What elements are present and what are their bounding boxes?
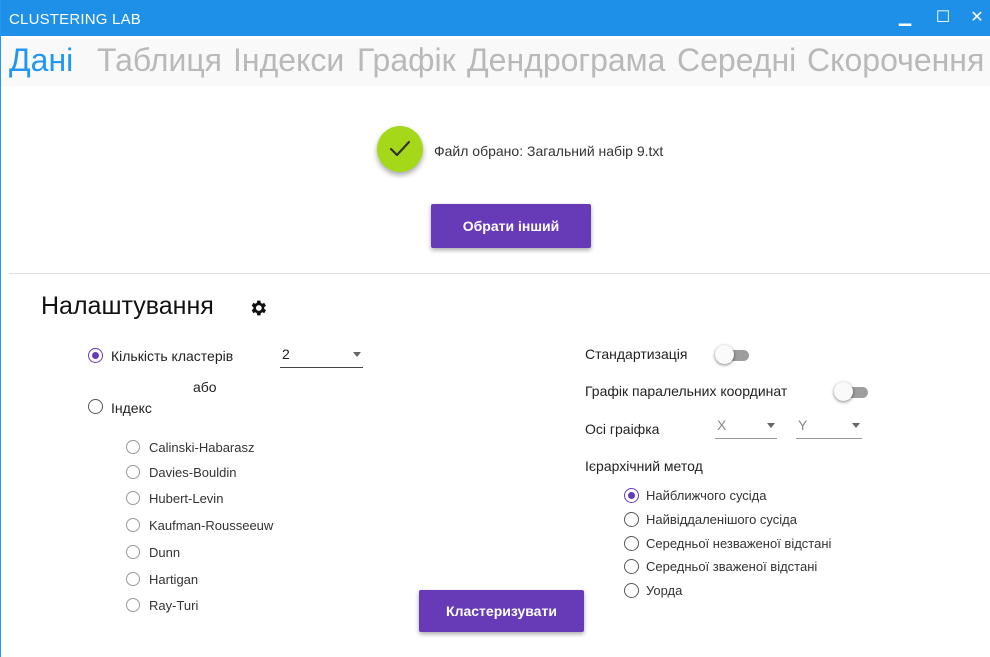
tab-data[interactable]: Дані [9,42,73,79]
index-option-radio[interactable] [126,598,140,612]
hier-method-option: Середньої зваженої відстані [646,559,818,574]
chevron-down-icon [767,423,775,428]
index-option-radio[interactable] [126,545,140,559]
index-radio[interactable] [88,399,103,414]
index-option-radio[interactable] [126,518,140,532]
tab-table[interactable]: Таблиця [97,42,222,79]
index-option-label: Ray-Turi [149,598,199,613]
clusters-count-radio[interactable] [88,348,103,363]
axis-y-value: Y [798,417,808,433]
toggle-knob [715,345,734,364]
app-window: CLUSTERING LAB ▁ ☐ ✕ Дані Таблиця Індекс… [0,0,990,657]
hier-method-radio[interactable] [624,583,639,598]
hier-method-option: Найближчого сусіда [646,488,767,503]
index-option-label: Hartigan [149,572,199,587]
hier-method-label: Ієрархічний метод [585,458,703,474]
clusters-count-select[interactable]: 2 [280,346,363,368]
maximize-button[interactable]: ☐ [933,8,953,28]
index-option-label: Hubert-Levin [149,491,224,506]
tab-indices[interactable]: Індекси [233,42,344,79]
index-option-radio[interactable] [126,572,140,586]
tab-dendrogram[interactable]: Дендрограма [467,42,665,79]
index-option-label: Davies-Bouldin [149,465,237,480]
standardization-toggle[interactable] [715,345,749,364]
toggle-knob [834,382,853,401]
axis-x-value: X [717,417,727,433]
chevron-down-icon [353,352,361,357]
axis-x-select[interactable]: X [715,417,777,439]
or-label: або [193,379,217,395]
parallel-coords-toggle[interactable] [834,382,868,401]
hier-method-option: Середньої незваженої відстані [646,536,832,551]
app-title: CLUSTERING LAB [9,11,141,28]
clusters-count-label: Кількість кластерів [111,348,234,364]
chevron-down-icon [852,423,860,428]
file-status-text: Файл обрано: Загальний набір 9.txt [434,143,664,159]
cluster-button[interactable]: Кластеризувати [419,590,584,632]
file-status-badge [377,126,423,172]
choose-other-file-button[interactable]: Обрати інший [431,204,591,248]
tab-reduction[interactable]: Скорочення [807,42,984,79]
hier-method-radio[interactable] [624,559,639,574]
close-button[interactable]: ✕ [967,8,987,28]
index-option-label: Dunn [149,545,181,560]
hier-method-option: Найвіддаленішого сусіда [646,512,797,527]
index-option-radio[interactable] [126,491,140,505]
clusters-count-value: 2 [282,346,290,362]
axis-y-select[interactable]: Y [796,417,862,439]
hier-method-option: Уорда [646,583,683,598]
standardization-label: Стандартизація [585,346,688,362]
index-option-radio[interactable] [126,440,140,454]
tab-bar: Дані Таблиця Індекси Графік Дендрограма … [1,38,990,86]
index-label: Індекс [111,400,152,416]
section-divider [9,273,990,274]
check-icon [389,140,411,157]
hier-method-radio[interactable] [624,536,639,551]
index-option-radio[interactable] [126,465,140,479]
index-option-label: Calinski-Habarasz [149,440,255,455]
title-bar[interactable]: CLUSTERING LAB ▁ ☐ ✕ [1,0,990,36]
hier-method-radio[interactable] [624,512,639,527]
axes-label: Осі граіфка [585,421,660,437]
tab-chart[interactable]: Графік [357,42,456,79]
settings-title: Налаштування [41,292,214,320]
hier-method-radio[interactable] [624,488,639,503]
parallel-coords-label: Графік паралельних координат [585,383,788,399]
gear-icon[interactable] [248,298,268,318]
tab-means[interactable]: Середні [677,42,796,79]
index-option-label: Kaufman-Rousseeuw [149,518,274,533]
minimize-button[interactable]: ▁ [895,8,915,28]
